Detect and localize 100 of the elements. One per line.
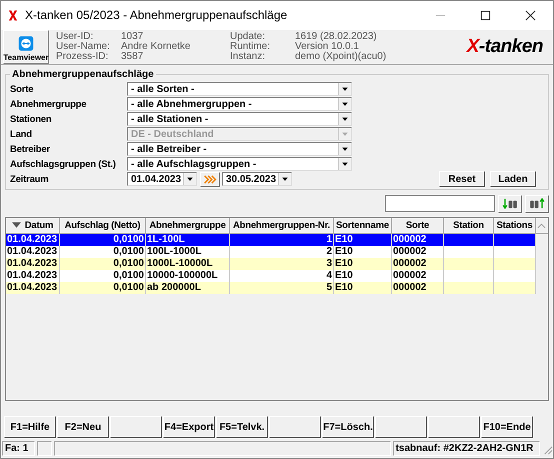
table-cell: 01.04.2023 [7, 282, 58, 292]
field-label: Abnehmergruppe [10, 98, 88, 110]
window-title: X-tanken 05/2023 - Abnehmergruppenaufschläge [25, 8, 288, 22]
dropdown[interactable]: - alle Abnehmergruppen - [127, 97, 352, 111]
table-cell: 100L-1000L [147, 246, 202, 256]
close-icon[interactable] [525, 10, 536, 21]
function-key-button[interactable]: F1=Hilfe [4, 416, 56, 438]
range-button[interactable] [200, 172, 220, 186]
blank-key-button[interactable] [428, 416, 480, 438]
table-cell: 000002 [393, 234, 426, 244]
table-row[interactable]: 01.04.2023 0,0100 1L-100L 1 E10 000002 [6, 234, 536, 246]
search-field[interactable] [385, 195, 495, 212]
info-value: demo (Xpoint)(acu0) [295, 52, 388, 62]
table-cell: E10 [335, 246, 353, 256]
dropdown[interactable]: - alle Betreiber - [127, 142, 352, 156]
table-cell: 000002 [393, 246, 426, 256]
table-row[interactable]: 01.04.2023 0,0100 100L-1000L 2 E10 000002 [6, 246, 536, 258]
info-value: Version 10.0.1 [295, 42, 359, 52]
blank-key-button[interactable] [269, 416, 321, 438]
function-key-button[interactable]: F10=Ende [481, 416, 533, 438]
table-cell: 01.04.2023 [7, 246, 58, 256]
date-field[interactable]: 30.05.2023 [222, 172, 292, 186]
column-header[interactable]: Sorte [392, 218, 444, 232]
table-cell: ab 200000L [147, 282, 201, 292]
function-key-button[interactable]: F2=Neu [57, 416, 109, 438]
app-logo-icon [8, 8, 18, 22]
info-label: User-Name: [56, 42, 111, 52]
column-header[interactable]: Station [444, 218, 494, 232]
field-label: Aufschlagsgruppen (St.) [10, 158, 117, 170]
info-value: 1037 [121, 32, 144, 42]
column-header[interactable]: Stations [494, 218, 536, 232]
group-title: Abnehmergruppenaufschläge [11, 68, 155, 80]
table-cell: 01.04.2023 [7, 258, 58, 268]
function-key-button[interactable]: F4=Export [163, 416, 215, 438]
resize-grip-icon[interactable] [542, 444, 553, 456]
column-header[interactable]: Aufschlag (Netto) [60, 218, 146, 232]
table-cell: 5 [326, 282, 332, 292]
table-cell: E10 [335, 282, 353, 292]
dropdown[interactable]: - alle Aufschlagsgruppen - [127, 157, 352, 171]
table-cell: E10 [335, 258, 353, 268]
table-cell: 0,0100 [113, 246, 144, 256]
info-label: Instanz: [230, 52, 266, 62]
table-cell: E10 [335, 234, 353, 244]
maximize-icon[interactable] [480, 10, 491, 21]
info-label: Runtime: [230, 42, 272, 52]
teamviewer-button[interactable]: Teamviewer [3, 30, 49, 64]
date-field[interactable]: 01.04.2023 [127, 172, 197, 186]
find-next-button[interactable] [498, 194, 522, 212]
sort-arrow-icon [12, 222, 21, 228]
status-panel-empty [36, 441, 52, 456]
table-row[interactable]: 01.04.2023 0,0100 ab 200000L 5 E10 000002 [6, 282, 536, 294]
table-cell: 10000-100000L [147, 270, 218, 280]
binoculars-down-icon [502, 198, 518, 209]
blank-key-button[interactable] [110, 416, 162, 438]
column-header[interactable]: Sortenname [334, 218, 392, 232]
table-cell: 2 [326, 246, 332, 256]
field-label: Sorte [10, 84, 34, 94]
field-label: Stationen [10, 114, 52, 124]
dropdown[interactable]: - alle Stationen - [127, 112, 352, 126]
function-key-button[interactable]: F5=Telvk. [216, 416, 268, 438]
column-header[interactable]: Abnehmergruppe [146, 218, 230, 232]
table-cell: 0,0100 [113, 234, 144, 244]
table-cell: 0,0100 [113, 282, 144, 292]
table-cell: 3 [326, 258, 332, 268]
field-label: Land [10, 128, 33, 140]
field-label: Zeitraum [10, 174, 50, 184]
action-button[interactable]: Reset [439, 171, 485, 187]
table-cell: E10 [335, 270, 353, 280]
info-label: Prozess-ID: [56, 52, 110, 62]
teamviewer-icon [18, 34, 34, 52]
table-cell: 1 [326, 234, 332, 244]
table-cell: 1000L-10000L [147, 258, 213, 268]
table-cell: 0,0100 [113, 270, 144, 280]
dropdown[interactable]: - alle Sorten - [127, 82, 352, 96]
table-cell: 1L-100L [147, 234, 185, 244]
status-panel: tsabnauf: #2KZ2-2AH2-GN1R [392, 441, 540, 456]
function-key-button[interactable]: F7=Lösch. [322, 416, 374, 438]
table-cell: 000002 [393, 258, 426, 268]
column-header[interactable]: Abnehmergruppen-Nr. [230, 218, 334, 232]
table-cell: 01.04.2023 [7, 234, 58, 244]
blank-key-button[interactable] [375, 416, 427, 438]
table-cell: 01.04.2023 [7, 270, 58, 280]
field-label: Betreiber [10, 144, 51, 154]
info-value: 1619 (28.02.2023) [295, 32, 378, 42]
action-button[interactable]: Laden [490, 171, 536, 187]
table-cell: 4 [326, 270, 332, 280]
status-panel: Fa: 1 [2, 441, 35, 456]
info-value: Andre Kornetke [121, 42, 192, 52]
binoculars-up-icon [528, 198, 546, 209]
double-chevron-icon [203, 174, 217, 184]
table-row[interactable]: 01.04.2023 0,0100 1000L-10000L 3 E10 000002 [6, 258, 536, 270]
info-value: 3587 [121, 52, 144, 62]
table-row[interactable]: 01.04.2023 0,0100 10000-100000L 4 E10 000002 [6, 270, 536, 282]
table-cell: 000002 [393, 282, 426, 292]
info-label: User-ID: [56, 32, 94, 42]
table-cell: 000002 [393, 270, 426, 280]
column-header[interactable]: Datum [6, 218, 60, 232]
brand-logo: X-tanken [466, 36, 543, 58]
find-previous-button[interactable] [525, 194, 549, 212]
info-label: Update: [230, 32, 266, 42]
